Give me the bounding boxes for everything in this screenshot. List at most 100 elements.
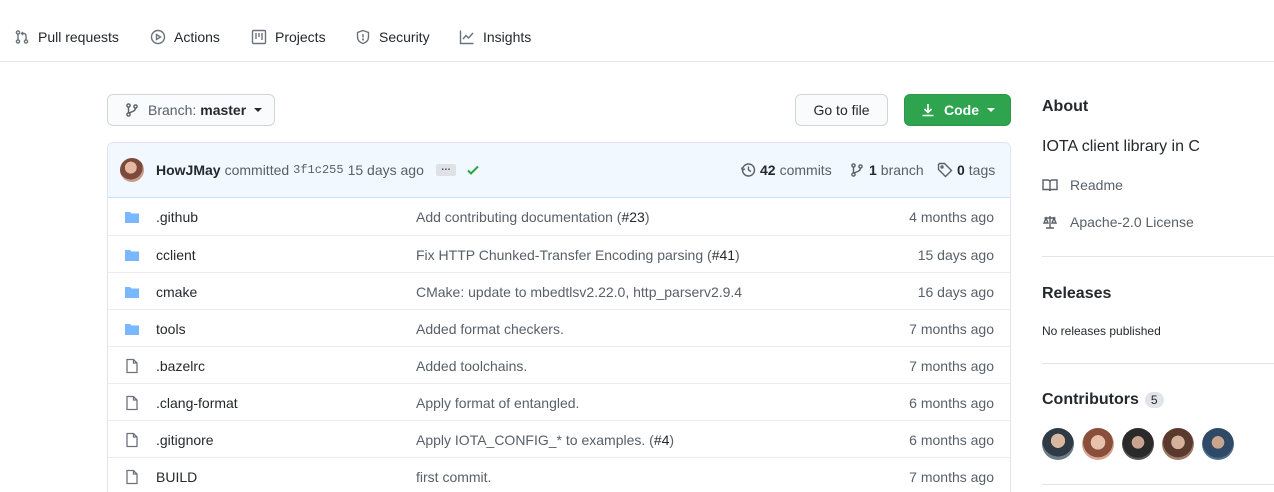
commit-message[interactable]: Added format checkers. <box>416 321 564 337</box>
avatar[interactable] <box>120 158 144 182</box>
file-icon <box>124 432 140 448</box>
tab-label: Pull requests <box>38 29 119 45</box>
branch-select-button[interactable]: Branch: master <box>107 94 275 126</box>
file-name[interactable]: .gitignore <box>156 432 214 448</box>
file-icon <box>124 469 140 485</box>
expand-commit-button[interactable]: … <box>435 163 456 176</box>
book-icon <box>1042 179 1058 192</box>
commit-message[interactable]: Add contributing documentation (#23) <box>416 209 650 225</box>
file-name[interactable]: .bazelrc <box>156 358 205 374</box>
commit-message[interactable]: CMake: update to mbedtlsv2.22.0, http_pa… <box>416 284 742 300</box>
pull-request-icon <box>15 30 29 44</box>
table-row: .gitignore Apply IOTA_CONFIG_* to exampl… <box>108 420 1010 457</box>
commit-message[interactable]: Apply IOTA_CONFIG_* to examples. (#4) <box>416 432 674 448</box>
go-to-file-button[interactable]: Go to file <box>795 94 888 126</box>
license-link[interactable]: Apache-2.0 License <box>1042 214 1194 230</box>
file-icon <box>124 395 140 411</box>
commit-action: committed <box>224 162 290 178</box>
commit-message-text: first commit. <box>416 469 492 485</box>
latest-commit: HowJMay committed 3f1c255 15 days ago … <box>156 162 480 178</box>
table-row: BUILD first commit. 7 months ago <box>108 457 1010 492</box>
branch-icon <box>126 103 138 117</box>
contributor-avatar[interactable] <box>1122 428 1154 460</box>
latest-commit-bar: HowJMay committed 3f1c255 15 days ago … … <box>108 143 1010 198</box>
commit-message[interactable]: Apply format of entangled. <box>416 395 579 411</box>
readme-label: Readme <box>1070 177 1123 193</box>
branch-icon <box>851 163 863 177</box>
table-row: cclient Fix HTTP Chunked-Transfer Encodi… <box>108 235 1010 272</box>
pr-link[interactable]: #4 <box>654 432 670 448</box>
code-button[interactable]: Code <box>904 94 1011 126</box>
pr-link[interactable]: #23 <box>621 209 644 225</box>
no-releases-text: No releases published <box>1042 324 1161 338</box>
check-icon[interactable] <box>466 163 480 177</box>
file-name[interactable]: tools <box>156 321 186 337</box>
tab-label: Security <box>379 29 430 45</box>
commit-message-text: Add contributing documentation ( <box>416 209 622 225</box>
history-icon <box>740 163 756 177</box>
graph-icon <box>459 30 474 45</box>
tags-count: 0 <box>957 162 965 178</box>
shield-icon <box>356 29 370 45</box>
branch-count-label: branch <box>880 162 924 178</box>
commit-age: 15 days ago <box>917 247 994 263</box>
tab-projects[interactable]: Projects <box>251 27 326 47</box>
commit-sha[interactable]: 3f1c255 <box>293 163 343 177</box>
code-button-label: Code <box>944 102 979 118</box>
commit-age: 7 months ago <box>909 469 994 485</box>
divider <box>1042 484 1274 485</box>
play-icon <box>150 29 166 45</box>
folder-icon <box>124 321 140 337</box>
contributor-avatar[interactable] <box>1202 428 1234 460</box>
branch-label: Branch: <box>148 102 197 118</box>
branches-link[interactable]: 1 branch <box>849 162 924 178</box>
commit-age: 7 months ago <box>909 321 994 337</box>
tab-insights[interactable]: Insights <box>459 27 531 47</box>
file-rows: .github Add contributing documentation (… <box>108 198 1010 492</box>
commits-link[interactable]: 42 commits <box>740 162 832 178</box>
file-name[interactable]: cclient <box>156 247 196 263</box>
contributors-count: 5 <box>1144 391 1164 408</box>
folder-icon <box>124 209 140 225</box>
file-name[interactable]: cmake <box>156 284 197 300</box>
chevron-down-icon <box>987 108 995 112</box>
table-row: .bazelrc Added toolchains. 7 months ago <box>108 346 1010 383</box>
releases-heading[interactable]: Releases <box>1042 285 1111 303</box>
tab-pull-requests[interactable]: Pull requests <box>14 27 119 47</box>
commit-message-text: Added format checkers. <box>416 321 564 337</box>
contributors-heading[interactable]: Contributors 5 <box>1042 391 1164 409</box>
license-label: Apache-2.0 License <box>1070 214 1194 230</box>
commit-message-end: ) <box>669 432 675 448</box>
commit-message-end: ) <box>644 209 650 225</box>
contributor-avatar[interactable] <box>1082 428 1114 460</box>
commit-author[interactable]: HowJMay <box>156 162 221 178</box>
chevron-down-icon <box>254 108 263 112</box>
table-row: .github Add contributing documentation (… <box>108 198 1010 235</box>
table-row: cmake CMake: update to mbedtlsv2.22.0, h… <box>108 272 1010 309</box>
commit-message-end: ) <box>735 247 740 263</box>
file-name[interactable]: BUILD <box>156 469 197 485</box>
file-list: HowJMay committed 3f1c255 15 days ago … … <box>107 142 1011 492</box>
commit-age: 16 days ago <box>917 284 994 300</box>
commit-message[interactable]: first commit. <box>416 469 491 485</box>
folder-icon <box>124 247 140 263</box>
commit-age: 6 months ago <box>909 395 994 411</box>
contributor-avatar[interactable] <box>1162 428 1194 460</box>
pr-link[interactable]: #41 <box>712 247 735 263</box>
contributor-avatar[interactable] <box>1042 428 1074 460</box>
commit-message[interactable]: Added toolchains. <box>416 358 527 374</box>
file-name[interactable]: .clang-format <box>156 395 238 411</box>
about-heading: About <box>1042 98 1089 115</box>
divider <box>1042 363 1274 364</box>
readme-link[interactable]: Readme <box>1042 177 1123 193</box>
tab-actions[interactable]: Actions <box>150 27 220 47</box>
commit-message-text: Fix HTTP Chunked-Transfer Encoding parsi… <box>416 247 712 263</box>
branch-count: 1 <box>869 162 877 178</box>
file-name[interactable]: .github <box>156 209 198 225</box>
tags-link[interactable]: 0 tags <box>937 162 995 178</box>
repo-nav: Pull requests Actions Projects Security … <box>0 0 1274 62</box>
branch-name: master <box>200 102 247 118</box>
commit-message[interactable]: Fix HTTP Chunked-Transfer Encoding parsi… <box>416 247 740 263</box>
project-icon <box>251 29 267 45</box>
tab-security[interactable]: Security <box>355 27 430 47</box>
